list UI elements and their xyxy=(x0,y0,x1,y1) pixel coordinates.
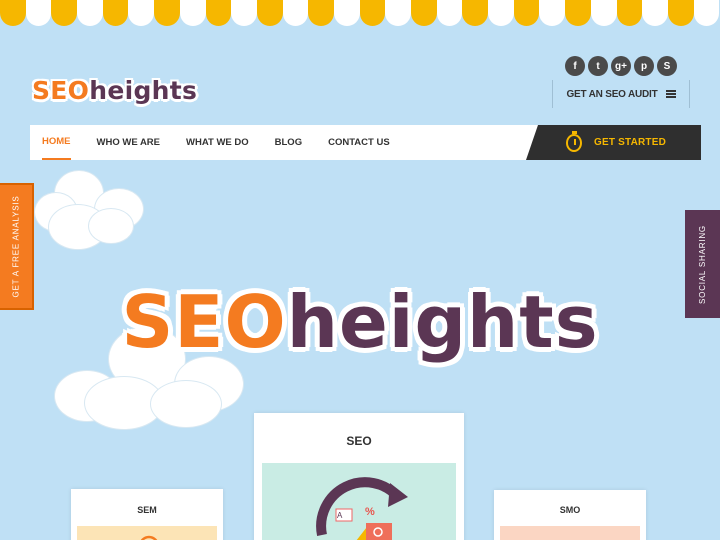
seo-illustration: A % xyxy=(262,463,456,540)
menu-icon xyxy=(665,90,676,98)
sem-card[interactable]: SEM xyxy=(71,489,223,540)
nav-who-we-are[interactable]: WHO WE ARE xyxy=(97,125,161,160)
facebook-icon[interactable]: f xyxy=(565,56,585,76)
social-links: f t g+ p S xyxy=(565,56,677,76)
pinterest-icon[interactable]: p xyxy=(634,56,654,76)
nav-what-we-do[interactable]: WHAT WE DO xyxy=(186,125,249,160)
smo-card-title: SMO xyxy=(559,505,581,515)
svg-text:A: A xyxy=(337,511,343,520)
google-plus-icon[interactable]: g+ xyxy=(611,56,631,76)
nav-home[interactable]: HOME xyxy=(42,125,71,160)
get-started-button[interactable]: GET STARTED xyxy=(526,125,701,160)
twitter-icon[interactable]: t xyxy=(588,56,608,76)
cloud-decoration-top xyxy=(34,170,146,252)
site-logo[interactable]: SEOheights xyxy=(32,76,197,105)
seo-card[interactable]: SEO A % xyxy=(254,413,464,540)
skype-icon[interactable]: S xyxy=(657,56,677,76)
smo-card[interactable]: SMO xyxy=(494,490,646,540)
seo-audit-label: GET AN SEO AUDIT xyxy=(566,88,658,100)
sem-card-title: SEM xyxy=(137,505,157,515)
get-started-label: GET STARTED xyxy=(594,137,667,148)
hero-seo-text: SEO xyxy=(121,280,287,364)
seo-card-title: SEO xyxy=(346,434,372,448)
sem-illustration xyxy=(77,526,217,540)
svg-text:%: % xyxy=(365,506,375,518)
seo-audit-button[interactable]: GET AN SEO AUDIT xyxy=(552,80,690,108)
hero-title: SEOheights xyxy=(0,280,720,364)
hero-heights-text: heights xyxy=(286,280,599,364)
stopwatch-icon xyxy=(566,130,582,152)
smo-illustration xyxy=(500,526,640,540)
seo-cycle-icon: A % xyxy=(316,477,408,540)
nav-contact-us[interactable]: CONTACT US xyxy=(328,125,390,160)
logo-seo-text: SEO xyxy=(32,76,90,105)
logo-heights-text: heights xyxy=(89,76,198,105)
awning-decoration xyxy=(0,0,720,34)
nav-blog[interactable]: BLOG xyxy=(275,125,302,160)
magnifier-icon xyxy=(140,535,158,540)
main-navigation: HOME WHO WE ARE WHAT WE DO BLOG CONTACT … xyxy=(30,125,542,160)
